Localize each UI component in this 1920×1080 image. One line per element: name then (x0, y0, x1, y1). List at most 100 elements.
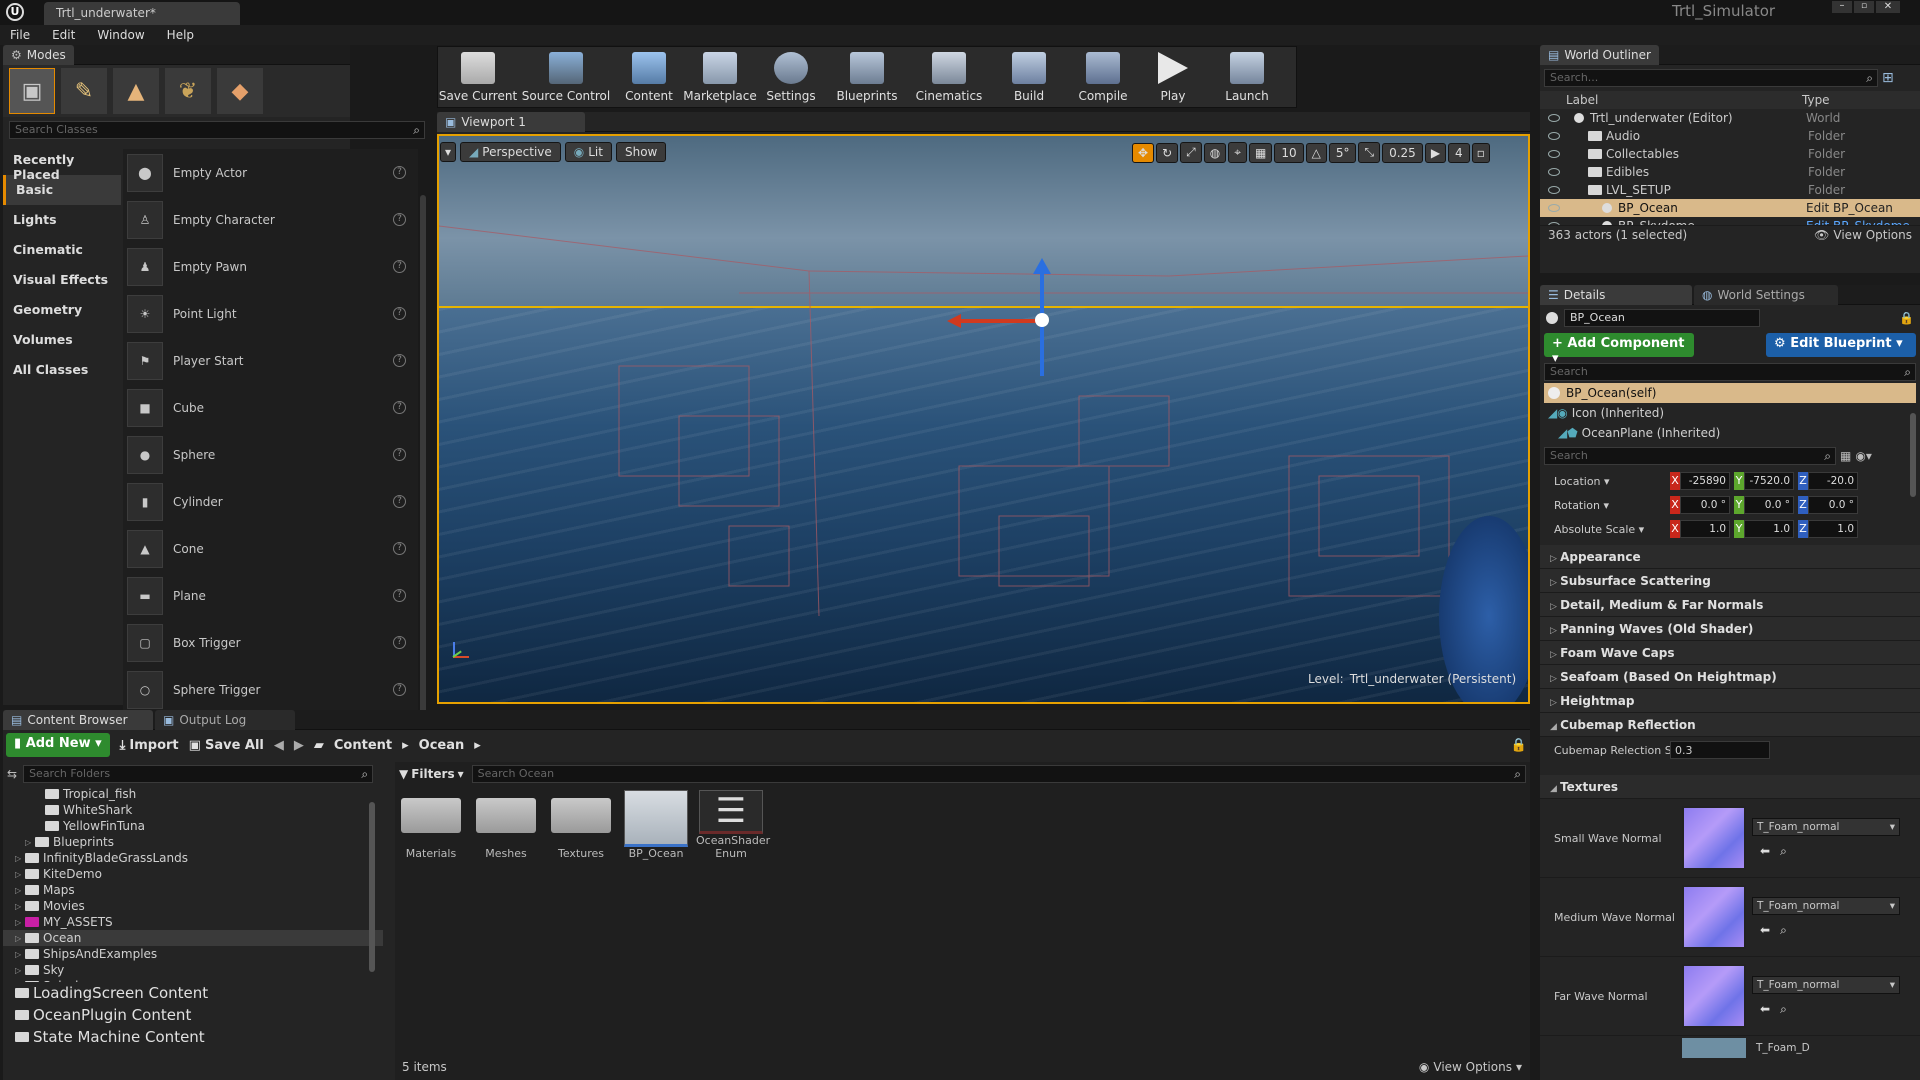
maximize-button[interactable]: ▫ (1854, 1, 1874, 13)
expand-arrow-icon[interactable]: ▷ (15, 854, 25, 863)
launch-button[interactable]: Launch (1208, 47, 1286, 107)
help-icon[interactable]: ? (393, 213, 406, 226)
play-button[interactable]: Play (1138, 47, 1208, 107)
folder-tree-scrollbar[interactable] (369, 802, 375, 972)
gizmo-x-axis[interactable] (959, 319, 1039, 323)
folder-tree-item[interactable]: YellowFinTuna (3, 818, 383, 834)
outliner-row[interactable]: BP_SkydomeEdit BP_Skydome (1540, 217, 1920, 225)
category-volumes[interactable]: Volumes (3, 325, 121, 355)
location-x-field[interactable]: -25890 (1680, 472, 1730, 490)
category-cinematic[interactable]: Cinematic (3, 235, 121, 265)
texture-asset-dropdown[interactable]: T_Foam_normal ▾ (1752, 975, 1900, 994)
asset-tile[interactable]: BP_Ocean (624, 790, 688, 860)
actor-name-field[interactable]: BP_Ocean (1564, 309, 1760, 327)
translate-tool-icon[interactable]: ✥ (1132, 142, 1155, 163)
tab-content-browser[interactable]: ▤ Content Browser (3, 709, 153, 730)
asset-tile[interactable]: Meshes (474, 790, 538, 860)
section-seafoam[interactable]: Seafoam (Based On Heightmap) (1540, 665, 1920, 689)
col-label-header[interactable]: Label (1566, 93, 1802, 107)
back-arrow-icon[interactable]: ◀ (274, 738, 284, 753)
scale-label[interactable]: Absolute Scale ▾ (1554, 523, 1670, 536)
viewport-canvas[interactable]: Level: Trtl_underwater (Persistent) (437, 134, 1530, 704)
use-selected-arrow-icon[interactable]: ⬅ (1760, 844, 1770, 859)
folder-tree-item[interactable]: ▷ Sky (3, 962, 383, 978)
browse-search-icon[interactable]: ⌕ (1780, 923, 1787, 938)
rotation-snap-value[interactable]: 5° (1328, 142, 1357, 163)
show-button[interactable]: Show (615, 142, 667, 162)
outliner-row-type[interactable]: Edit BP_Skydome (1806, 219, 1910, 225)
category-all-classes[interactable]: All Classes (3, 355, 121, 385)
rotation-snap-icon[interactable]: △ (1305, 142, 1327, 163)
tab-world-outliner[interactable]: ▤ World Outliner (1540, 45, 1659, 65)
geometry-mode-icon[interactable]: ◆ (217, 68, 263, 114)
list-item[interactable]: ● Sphere? (123, 431, 418, 478)
content-button[interactable]: Content (614, 47, 684, 107)
category-recently-placed[interactable]: Recently Placed (3, 145, 121, 182)
search-assets-input[interactable]: Search Ocean ⌕ (471, 765, 1526, 783)
list-item[interactable]: ▬ Plane? (123, 572, 418, 619)
category-lights[interactable]: Lights (3, 205, 121, 235)
list-item[interactable]: ▲ Cone? (123, 525, 418, 572)
outliner-row-type[interactable]: Edit BP_Ocean (1806, 201, 1893, 215)
eye-icon[interactable] (1548, 132, 1560, 140)
expand-arrow-icon[interactable]: ▷ (15, 950, 25, 959)
asset-view-options-button[interactable]: ◉ View Options ▾ (1419, 1060, 1522, 1074)
root-folder-item[interactable]: LoadingScreen Content (3, 982, 383, 1004)
add-new-button[interactable]: ▮ Add New ▾ (6, 733, 110, 757)
component-self[interactable]: BP_Ocean(self) (1544, 383, 1916, 403)
folder-tree-item[interactable]: ▷ MY_ASSETS (3, 914, 383, 930)
help-icon[interactable]: ? (393, 307, 406, 320)
tab-output-log[interactable]: ▣ Output Log (155, 709, 295, 730)
folder-tree-item[interactable]: ▷ KiteDemo (3, 866, 383, 882)
help-icon[interactable]: ? (393, 166, 406, 179)
rotation-y-field[interactable]: 0.0 ° (1744, 496, 1794, 514)
scale-snap-icon[interactable]: ⤡ (1358, 142, 1381, 163)
help-icon[interactable]: ? (393, 260, 406, 273)
outliner-search-input[interactable]: Search... ⌕ (1544, 69, 1878, 87)
cinematics-button[interactable]: Cinematics (908, 47, 990, 107)
root-folder-item[interactable]: OceanPlugin Content (3, 1004, 383, 1026)
list-item[interactable]: ♙ Empty Character? (123, 196, 418, 243)
expand-arrow-icon[interactable]: ▷ (25, 838, 35, 847)
asset-tile[interactable]: Textures (549, 790, 613, 860)
expand-arrow-icon[interactable]: ▷ (15, 870, 25, 879)
asset-tile[interactable]: Materials (399, 790, 463, 860)
texture-thumbnail[interactable] (1682, 1038, 1746, 1058)
forward-arrow-icon[interactable]: ▶ (294, 738, 304, 753)
list-item[interactable]: ○ Sphere Trigger? (123, 666, 418, 713)
folder-tree-item[interactable]: ▷ Movies (3, 898, 383, 914)
folder-tree-item[interactable]: WhiteShark (3, 802, 383, 818)
minimize-button[interactable]: – (1832, 1, 1852, 13)
eye-icon[interactable] (1548, 150, 1560, 158)
close-window-button[interactable]: ✕ (1876, 1, 1900, 13)
list-item[interactable]: ♟ Empty Pawn? (123, 243, 418, 290)
paint-mode-icon[interactable]: ✎ (61, 68, 107, 114)
component-oceanplane-inherited[interactable]: ◢⬟ OceanPlane (Inherited) (1544, 423, 1916, 443)
eye-icon[interactable] (1548, 168, 1560, 176)
cubemap-value-field[interactable]: 0.3 (1670, 741, 1770, 759)
save-current-button[interactable]: Save Current (438, 47, 518, 107)
menu-help[interactable]: Help (167, 28, 194, 42)
expand-arrow-icon[interactable]: ▷ (15, 982, 25, 983)
expand-arrow-icon[interactable]: ▷ (15, 934, 25, 943)
gizmo-pivot[interactable] (1035, 313, 1049, 327)
category-visual-effects[interactable]: Visual Effects (3, 265, 121, 295)
component-icon-inherited[interactable]: ◢◉ Icon (Inherited) (1544, 403, 1916, 423)
perspective-button[interactable]: ◢ Perspective (460, 142, 561, 162)
tab-world-settings[interactable]: ◍ World Settings (1694, 285, 1838, 305)
outliner-row[interactable]: Audio Folder (1540, 127, 1920, 145)
folder-tree-item[interactable]: ▷ ShipsAndExamples (3, 946, 383, 962)
outliner-row[interactable]: Trtl_underwater (Editor) World (1540, 109, 1920, 127)
scale-snap-value[interactable]: 0.25 (1382, 142, 1423, 163)
texture-thumbnail[interactable] (1682, 806, 1746, 870)
search-classes-input[interactable]: Search Classes ⌕ (9, 121, 425, 139)
browse-search-icon[interactable]: ⌕ (1780, 844, 1787, 859)
section-foam-wave-caps[interactable]: Foam Wave Caps (1540, 641, 1920, 665)
filters-button[interactable]: ▼ Filters ▾ (399, 767, 464, 781)
tab-viewport[interactable]: ▣ Viewport 1 (437, 112, 585, 132)
outliner-row[interactable]: Collectables Folder (1540, 145, 1920, 163)
marketplace-button[interactable]: Marketplace (683, 47, 757, 107)
lit-button[interactable]: ◉ Lit (564, 142, 612, 162)
rotation-z-field[interactable]: 0.0 ° (1808, 496, 1858, 514)
grid-snap-value[interactable]: 10 (1274, 142, 1304, 163)
